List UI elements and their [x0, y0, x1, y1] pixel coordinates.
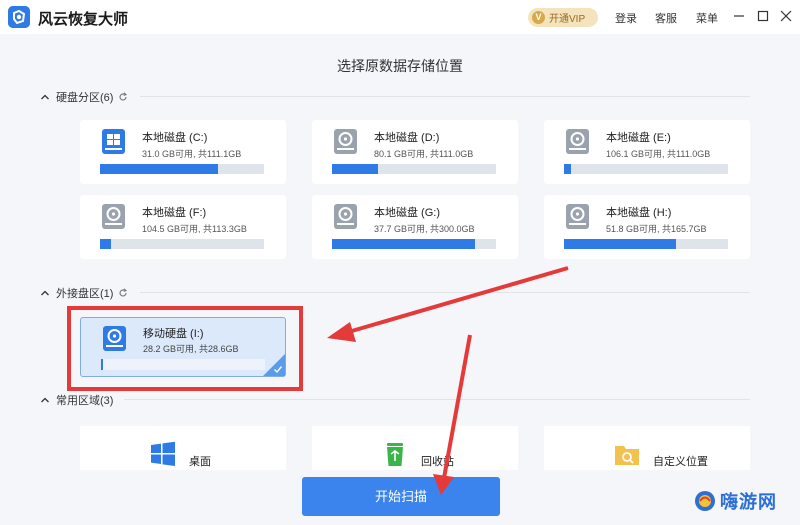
- folder-search-icon: [615, 446, 639, 465]
- usage-bar-fill: [100, 164, 219, 174]
- partition-name: 本地磁盘 (D:): [374, 132, 440, 144]
- partition-card-c[interactable]: 本地磁盘 (C:) 31.0 GB可用, 共111.1GB: [80, 120, 286, 184]
- partition-capacity: 106.1 GB可用, 共111.0GB: [606, 149, 711, 159]
- watermark-text: 嗨游网: [720, 492, 777, 512]
- section-divider: [140, 292, 750, 293]
- common-item-label: 回收站: [421, 456, 454, 468]
- usage-bar-fill: [332, 164, 378, 174]
- login-link[interactable]: 登录: [615, 10, 637, 26]
- section-divider: [124, 399, 750, 400]
- chevron-up-icon: [41, 397, 49, 403]
- hard-drive-icon: [566, 204, 589, 229]
- chevron-up-icon: [41, 94, 49, 100]
- windows-icon: [151, 441, 175, 466]
- chevron-up-icon: [41, 290, 49, 296]
- watermark: 嗨游网: [694, 488, 777, 514]
- page-title: 选择原数据存储位置: [337, 58, 463, 74]
- usage-bar: [564, 164, 728, 174]
- partition-capacity: 80.1 GB可用, 共111.0GB: [374, 149, 474, 159]
- usage-bar: [100, 164, 264, 174]
- common-section-header[interactable]: 常用区域(3): [40, 392, 113, 408]
- common-item-desktop[interactable]: 桌面: [80, 426, 286, 470]
- hard-drive-icon: [566, 129, 589, 154]
- start-scan-button[interactable]: 开始扫描: [302, 477, 500, 516]
- partition-capacity: 37.7 GB可用, 共300.0GB: [374, 224, 475, 234]
- usage-bar: [564, 239, 728, 249]
- partition-name: 本地磁盘 (H:): [606, 207, 672, 219]
- partitions-section-header[interactable]: 硬盘分区(6): [40, 89, 128, 105]
- hard-drive-icon: [334, 204, 357, 229]
- menu-link[interactable]: 菜单: [696, 10, 718, 26]
- hard-drive-icon: [102, 204, 125, 229]
- hard-drive-icon: [334, 129, 357, 154]
- partition-card-h[interactable]: 本地磁盘 (H:) 51.8 GB可用, 共165.7GB: [544, 195, 750, 259]
- watermark-logo-icon: [695, 491, 715, 511]
- annotation-arrow-head: [327, 322, 356, 342]
- common-item-label: 自定义位置: [653, 456, 708, 468]
- usage-bar: [332, 164, 496, 174]
- minimize-icon[interactable]: [732, 9, 746, 23]
- partition-card-e[interactable]: 本地磁盘 (E:) 106.1 GB可用, 共111.0GB: [544, 120, 750, 184]
- usage-bar: [100, 239, 264, 249]
- common-section-label: 常用区域(3): [56, 395, 114, 407]
- app-logo-icon: [8, 6, 30, 28]
- partition-capacity: 51.8 GB可用, 共165.7GB: [606, 224, 707, 234]
- partition-name: 本地磁盘 (E:): [606, 132, 671, 144]
- section-divider: [140, 96, 750, 97]
- partition-card-g[interactable]: 本地磁盘 (G:) 37.7 GB可用, 共300.0GB: [312, 195, 518, 259]
- external-section-label: 外接盘区(1): [56, 288, 114, 300]
- open-vip-button[interactable]: V 开通VIP: [528, 8, 598, 27]
- external-section-header[interactable]: 外接盘区(1): [40, 285, 128, 301]
- recycle-bin-icon: [387, 443, 403, 466]
- common-item-recycle-bin[interactable]: 回收站: [312, 426, 518, 470]
- service-link[interactable]: 客服: [655, 10, 677, 26]
- partition-name: 本地磁盘 (C:): [142, 132, 208, 144]
- refresh-icon[interactable]: [118, 288, 128, 298]
- partition-card-f[interactable]: 本地磁盘 (F:) 104.5 GB可用, 共113.3GB: [80, 195, 286, 259]
- partition-capacity: 104.5 GB可用, 共113.3GB: [142, 224, 247, 234]
- usage-bar-fill: [100, 239, 112, 249]
- app-title: 风云恢复大师: [38, 11, 129, 28]
- usage-bar-fill: [332, 239, 475, 249]
- usage-bar-fill: [564, 164, 571, 174]
- partition-name: 本地磁盘 (F:): [142, 207, 207, 219]
- vip-crown-icon: V: [532, 11, 545, 24]
- windows-drive-icon: [102, 129, 125, 154]
- title-bar: 风云恢复大师 V 开通VIP 登录 客服 菜单: [0, 0, 800, 34]
- partition-name: 本地磁盘 (G:): [374, 207, 440, 219]
- usage-bar: [332, 239, 496, 249]
- usage-bar-fill: [564, 239, 676, 249]
- common-item-label: 桌面: [189, 456, 211, 468]
- vip-label: 开通VIP: [549, 14, 586, 25]
- refresh-icon[interactable]: [118, 92, 128, 102]
- annotation-highlight-box: [67, 306, 303, 391]
- close-icon[interactable]: [779, 9, 793, 23]
- common-item-custom-location[interactable]: 自定义位置: [544, 426, 750, 470]
- partitions-section-label: 硬盘分区(6): [56, 92, 114, 104]
- partition-card-d[interactable]: 本地磁盘 (D:) 80.1 GB可用, 共111.0GB: [312, 120, 518, 184]
- partition-capacity: 31.0 GB可用, 共111.1GB: [142, 149, 242, 159]
- maximize-icon[interactable]: [756, 9, 770, 23]
- annotation-arrow-line: [344, 266, 569, 335]
